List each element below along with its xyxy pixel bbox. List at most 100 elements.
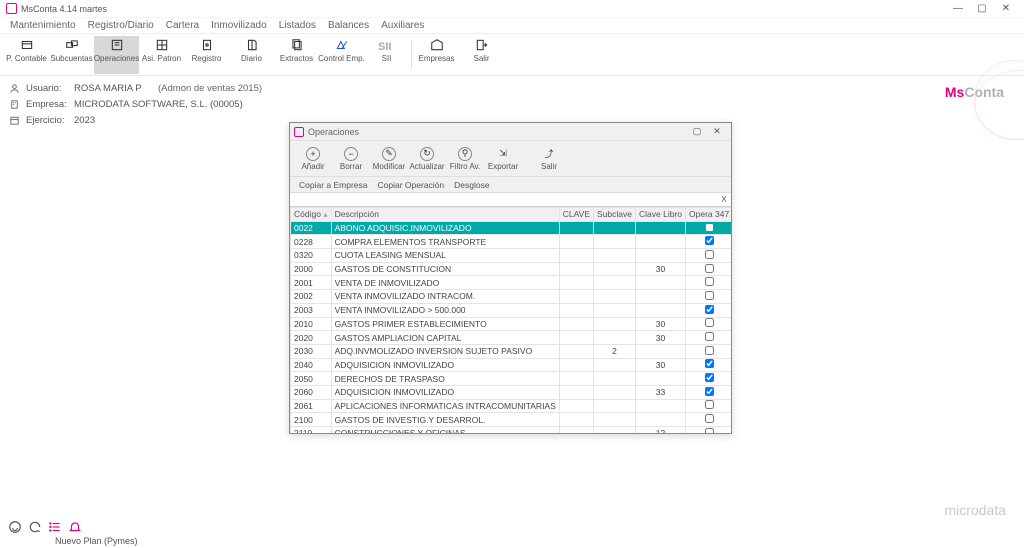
menu-listados[interactable]: Listados bbox=[273, 20, 322, 31]
cell-codigo: 2000 bbox=[291, 262, 332, 276]
table-row[interactable]: 2061APLICACIONES INFORMATICAS INTRACOMUN… bbox=[291, 399, 732, 413]
table-row[interactable]: 2002VENTA INMOVILIZADO INTRACOM. bbox=[291, 290, 732, 304]
opera347-checkbox[interactable] bbox=[705, 318, 714, 327]
cell-descripcion: GASTOS AMPLIACION CAPITAL bbox=[331, 331, 559, 345]
table-row[interactable]: 2110CONSTRUCCIONES Y OFICINAS12 bbox=[291, 427, 732, 434]
cell-clave bbox=[559, 276, 593, 290]
operaciones-icon bbox=[108, 38, 126, 52]
ribbon-operaciones[interactable]: Operaciones bbox=[94, 36, 139, 74]
opera347-checkbox[interactable] bbox=[705, 223, 714, 232]
cell-clavelibro bbox=[636, 344, 686, 358]
tool-refresh[interactable]: ↻Actualizar bbox=[408, 145, 446, 173]
opera347-checkbox[interactable] bbox=[705, 359, 714, 368]
sub-copiar-a-empresa[interactable]: Copiar a Empresa bbox=[294, 180, 373, 190]
table-row[interactable]: 2010GASTOS PRIMER ESTABLECIMIENTO30 bbox=[291, 317, 732, 331]
table-row[interactable]: 2001VENTA DE INMOVILIZADO bbox=[291, 276, 732, 290]
tool-filter[interactable]: ⚲Filtro Av. bbox=[446, 145, 484, 173]
ribbon-extractos[interactable]: Extractos bbox=[274, 36, 319, 74]
table-row[interactable]: 2100GASTOS DE INVESTIG.Y DESARROL. bbox=[291, 413, 732, 427]
table-row[interactable]: 0228COMPRA ELEMENTOS TRANSPORTE bbox=[291, 235, 732, 249]
col-clave-libro[interactable]: Clave Libro bbox=[636, 208, 686, 222]
cell-opera347 bbox=[686, 344, 732, 358]
col-clave[interactable]: CLAVE bbox=[559, 208, 593, 222]
table-row[interactable]: 2020GASTOS AMPLIACION CAPITAL30 bbox=[291, 331, 732, 345]
col-descripción[interactable]: Descripción bbox=[331, 208, 559, 222]
table-row[interactable]: 2000GASTOS DE CONSTITUCION30 bbox=[291, 262, 732, 276]
opera347-checkbox[interactable] bbox=[705, 291, 714, 300]
child-restore-button[interactable]: ▢ bbox=[687, 126, 707, 137]
menu-auxiliares[interactable]: Auxiliares bbox=[375, 20, 430, 31]
clear-filter-button[interactable]: X bbox=[717, 195, 731, 204]
ribbon-diario[interactable]: Diario bbox=[229, 36, 274, 74]
cell-clave bbox=[559, 385, 593, 399]
cell-clave bbox=[559, 331, 593, 345]
tool-exit[interactable]: ⤴Salir bbox=[530, 145, 568, 173]
ribbon-subcuentas[interactable]: Subcuentas bbox=[49, 36, 94, 74]
opera347-checkbox[interactable] bbox=[705, 236, 714, 245]
grid[interactable]: Código ▴DescripciónCLAVESubclaveClave Li… bbox=[290, 207, 731, 433]
menu-inmovilizado[interactable]: Inmovilizado bbox=[205, 20, 273, 31]
cell-subclave bbox=[594, 358, 636, 372]
minimize-button[interactable]: — bbox=[946, 3, 970, 14]
extractos-icon bbox=[288, 38, 306, 52]
ribbon-plan-contable[interactable]: P. Contable bbox=[4, 36, 49, 74]
empresa-label: Empresa: bbox=[26, 99, 68, 110]
opera347-checkbox[interactable] bbox=[705, 373, 714, 382]
opera347-checkbox[interactable] bbox=[705, 250, 714, 259]
close-button[interactable]: ✕ bbox=[994, 3, 1018, 14]
menu-mantenimiento[interactable]: Mantenimiento bbox=[4, 20, 82, 31]
tasks-icon[interactable] bbox=[48, 520, 62, 534]
ribbon-registro[interactable]: Registro bbox=[184, 36, 229, 74]
child-close-button[interactable]: ✕ bbox=[707, 126, 727, 137]
ribbon-empresas[interactable]: Empresas bbox=[414, 36, 459, 74]
col-código[interactable]: Código ▴ bbox=[291, 208, 332, 222]
cell-codigo: 2010 bbox=[291, 317, 332, 331]
cell-clave bbox=[559, 358, 593, 372]
maximize-button[interactable]: ▢ bbox=[970, 3, 994, 14]
ribbon-asientos-patron[interactable]: Asi. Patron bbox=[139, 36, 184, 74]
ribbon-salir[interactable]: Salir bbox=[459, 36, 504, 74]
support-icon[interactable] bbox=[8, 520, 22, 534]
sub-copiar-operación[interactable]: Copiar Operación bbox=[373, 180, 450, 190]
opera347-checkbox[interactable] bbox=[705, 305, 714, 314]
cell-codigo: 0320 bbox=[291, 249, 332, 263]
tool-edit[interactable]: ✎Modificar bbox=[370, 145, 408, 173]
menu-cartera[interactable]: Cartera bbox=[160, 20, 205, 31]
table-row[interactable]: 2060ADQUISICION INMOVILIZADO33 bbox=[291, 385, 732, 399]
cell-subclave bbox=[594, 399, 636, 413]
col-opera-347[interactable]: Opera 347 bbox=[686, 208, 732, 222]
opera347-checkbox[interactable] bbox=[705, 346, 714, 355]
tool-export[interactable]: ⇲Exportar bbox=[484, 145, 522, 173]
cell-clavelibro bbox=[636, 290, 686, 304]
table-row[interactable]: 0320CUOTA LEASING MENSUAL bbox=[291, 249, 732, 263]
table-row[interactable]: 2040ADQUISICION INMOVILIZADO30 bbox=[291, 358, 732, 372]
opera347-checkbox[interactable] bbox=[705, 277, 714, 286]
cell-descripcion: GASTOS DE CONSTITUCION bbox=[331, 262, 559, 276]
opera347-checkbox[interactable] bbox=[705, 264, 714, 273]
table-row[interactable]: 2050DERECHOS DE TRASPASO bbox=[291, 372, 732, 386]
cell-subclave bbox=[594, 303, 636, 317]
menu-registro-diario[interactable]: Registro/Diario bbox=[82, 20, 160, 31]
table-row[interactable]: 2030ADQ.INVMOLIZADO INVERSION SUJETO PAS… bbox=[291, 344, 732, 358]
tool-delete[interactable]: −Borrar bbox=[332, 145, 370, 173]
table-row[interactable]: 2003VENTA INMOVILIZADO > 500.000 bbox=[291, 303, 732, 317]
sub-desglose[interactable]: Desglose bbox=[449, 180, 494, 190]
child-titlebar[interactable]: Operaciones ▢ ✕ bbox=[290, 123, 731, 141]
tool-add[interactable]: +Añadir bbox=[294, 145, 332, 173]
opera347-checkbox[interactable] bbox=[705, 332, 714, 341]
opera347-checkbox[interactable] bbox=[705, 414, 714, 423]
building-icon bbox=[8, 98, 20, 110]
opera347-checkbox[interactable] bbox=[705, 400, 714, 409]
col-subclave[interactable]: Subclave bbox=[594, 208, 636, 222]
table-row[interactable]: 0022ABONO ADQUISIC.INMOVILIZADO bbox=[291, 221, 732, 235]
cell-clave bbox=[559, 399, 593, 413]
control-emp-icon bbox=[333, 38, 351, 52]
opera347-checkbox[interactable] bbox=[705, 428, 714, 433]
filter-input[interactable] bbox=[290, 194, 717, 206]
menu-balances[interactable]: Balances bbox=[322, 20, 375, 31]
refresh-icon[interactable] bbox=[28, 520, 42, 534]
ribbon-control-emp[interactable]: Control Emp. bbox=[319, 36, 364, 74]
ribbon-sii[interactable]: SIISII bbox=[364, 36, 409, 74]
bell-icon[interactable] bbox=[68, 520, 82, 534]
opera347-checkbox[interactable] bbox=[705, 387, 714, 396]
